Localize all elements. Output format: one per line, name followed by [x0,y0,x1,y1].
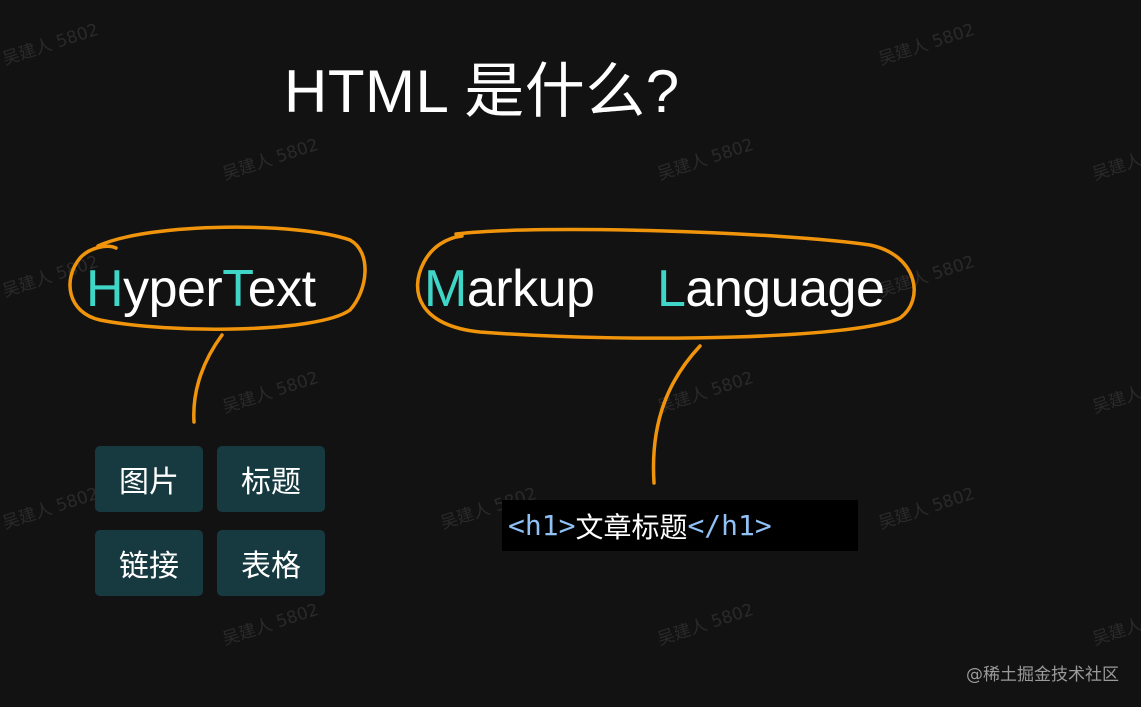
hypertext-pointer [192,333,224,424]
markup-language-circle [415,227,916,340]
code-heading-text: 文章标题 [575,510,688,544]
code-close-tag: </h1> [687,509,772,542]
markup-language-pointer [651,344,702,485]
source-credit: @稀土掘金技术社区 [966,665,1119,685]
tag-table: 表格 [217,530,325,596]
code-open-tag: <h1> [508,509,576,542]
tag-link: 链接 [95,530,203,596]
code-example: <h1> 文章标题 </h1> [502,500,858,551]
tag-image: 图片 [95,446,203,512]
tag-heading: 标题 [217,446,325,512]
hypertext-circle [68,225,367,331]
annotation-strokes [68,225,916,485]
